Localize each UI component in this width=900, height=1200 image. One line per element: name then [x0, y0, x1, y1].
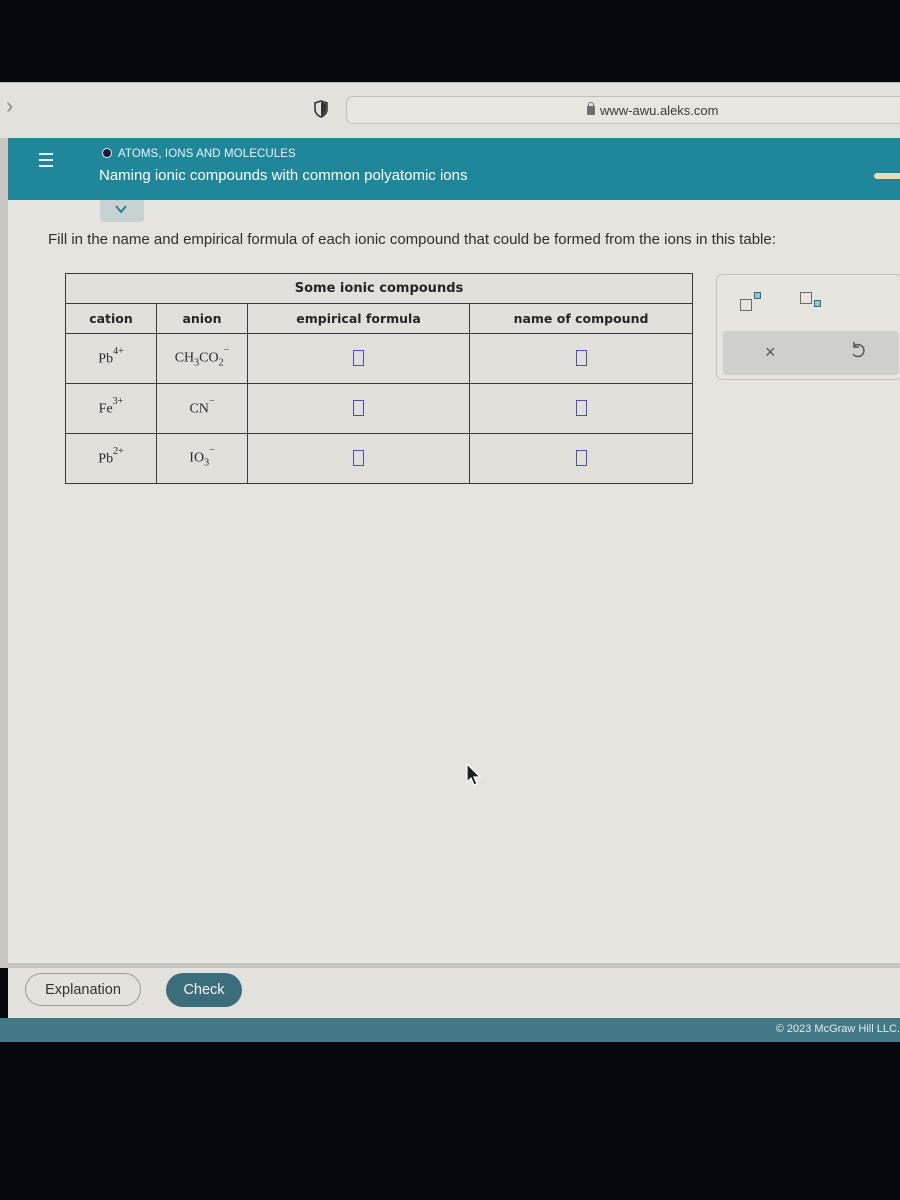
compound-name-input[interactable]: [575, 400, 587, 417]
subscript-button[interactable]: [800, 292, 826, 312]
anion-cell: CH3CO2−: [156, 333, 248, 384]
compound-name-input[interactable]: [575, 350, 587, 367]
anion-subscript: 2: [218, 357, 224, 369]
base-square-icon: [740, 299, 752, 311]
check-button[interactable]: Check: [166, 973, 242, 1007]
superscript-square-icon: [754, 292, 761, 299]
anion-part: IO: [189, 450, 205, 466]
empirical-formula-input[interactable]: [353, 400, 364, 417]
cation-symbol: Pb: [98, 351, 114, 367]
cation-cell: Pb2+: [65, 433, 157, 484]
app-header: ATOMS, IONS AND MOLECULES Naming ionic c…: [0, 138, 900, 200]
table-row: Fe3+ CN−: [65, 383, 693, 434]
page-title: Naming ionic compounds with common polya…: [99, 167, 468, 184]
math-tool-panel: ×: [716, 274, 900, 380]
superscript-button[interactable]: [740, 292, 766, 312]
address-bar[interactable]: www-awu.aleks.com: [346, 96, 900, 124]
undo-icon[interactable]: [849, 340, 867, 360]
anion-part: CH: [174, 350, 195, 366]
formula-cell: [247, 333, 470, 384]
table-row: Pb2+ IO3−: [65, 433, 693, 484]
cation-symbol: Fe: [98, 401, 113, 417]
chevron-down-icon: [115, 205, 127, 214]
subscript-square-icon: [814, 300, 821, 307]
header-empirical-formula: empirical formula: [247, 303, 470, 334]
instruction-text: Fill in the name and empirical formula o…: [48, 231, 776, 248]
cation-cell: Pb4+: [65, 333, 157, 384]
anion-cell: IO3−: [156, 433, 248, 484]
header-compound-name: name of compound: [469, 303, 693, 334]
formula-cell: [247, 433, 470, 484]
name-cell: [469, 433, 693, 484]
clear-button[interactable]: ×: [765, 342, 776, 363]
ionic-compounds-table: Some ionic compounds cation anion empiri…: [65, 273, 693, 484]
hamburger-menu-icon[interactable]: [39, 153, 53, 171]
progress-pill: [874, 173, 900, 179]
action-bar: Explanation Check: [8, 968, 900, 1018]
url-text: www-awu.aleks.com: [600, 103, 719, 118]
anion-charge: −: [223, 345, 230, 357]
screen: › www-awu.aleks.com ATOMS, IONS AND MOLE…: [0, 0, 900, 1200]
header-cation: cation: [65, 303, 157, 334]
sidebar-chevron-icon[interactable]: ›: [6, 93, 13, 119]
table-caption: Some ionic compounds: [65, 273, 693, 304]
tool-actions-bar: ×: [723, 331, 899, 375]
table-row: Pb4+ CH3CO2−: [65, 333, 693, 384]
anion-cell: CN−: [156, 383, 248, 434]
name-cell: [469, 333, 693, 384]
footer-bar: © 2023 McGraw Hill LLC.: [0, 1018, 900, 1042]
formula-cell: [247, 383, 470, 434]
header-anion: anion: [156, 303, 248, 334]
anion-part: CN: [189, 401, 209, 417]
lock-icon: [587, 102, 595, 115]
left-edge-strip: [0, 138, 8, 968]
empirical-formula-input[interactable]: [353, 450, 364, 467]
privacy-shield-icon[interactable]: [314, 100, 328, 118]
collapse-toggle[interactable]: [100, 200, 144, 222]
anion-charge: −: [209, 445, 215, 457]
anion-part: CO: [199, 350, 219, 366]
base-square-icon: [800, 292, 812, 304]
progress-circle-icon: [102, 148, 112, 158]
topic-breadcrumb: ATOMS, IONS AND MOLECULES: [102, 148, 296, 160]
cation-cell: Fe3+: [65, 383, 157, 434]
topic-label: ATOMS, IONS AND MOLECULES: [118, 148, 296, 160]
explanation-button[interactable]: Explanation: [25, 973, 141, 1006]
anion-subscript: 3: [204, 457, 210, 469]
mouse-cursor-icon: [466, 762, 482, 786]
anion-charge: −: [208, 396, 215, 408]
cation-charge: 4+: [113, 346, 124, 358]
cation-symbol: Pb: [98, 451, 114, 467]
cation-charge: 2+: [113, 446, 124, 458]
empirical-formula-input[interactable]: [353, 350, 364, 367]
cation-charge: 3+: [112, 396, 124, 408]
copyright-text: © 2023 McGraw Hill LLC.: [775, 1023, 900, 1035]
browser-toolbar: › www-awu.aleks.com: [0, 82, 900, 138]
compound-name-input[interactable]: [575, 450, 587, 467]
name-cell: [469, 383, 693, 434]
